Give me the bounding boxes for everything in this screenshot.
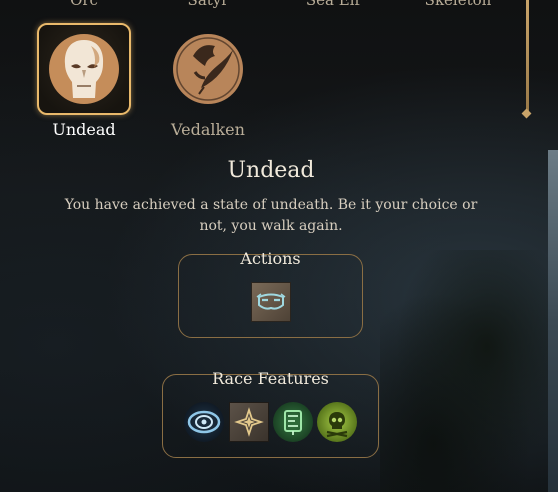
sparkle-feature-icon[interactable] <box>229 402 269 442</box>
vedalken-icon <box>173 34 243 104</box>
race-name-undead[interactable]: Undead <box>24 120 144 139</box>
race-name-vedalken[interactable]: Vedalken <box>148 120 268 139</box>
rune-feature-icon[interactable] <box>273 402 313 442</box>
tree-silhouettes <box>380 250 558 492</box>
race-features-label: Race Features <box>212 369 329 388</box>
race-tile-vedalken[interactable] <box>161 23 255 115</box>
race-option-skeleton[interactable]: Skeleton <box>408 0 508 9</box>
race-option-sea-elf[interactable]: Sea Elf <box>283 0 383 9</box>
scene-edge <box>548 150 558 492</box>
undead-skull-icon <box>49 34 119 104</box>
race-option-orc[interactable]: Orc <box>34 0 134 9</box>
mask-action-icon[interactable] <box>251 282 291 322</box>
actions-label: Actions <box>240 249 301 268</box>
race-title: Undead <box>227 158 315 183</box>
darkvision-eye-icon[interactable] <box>184 402 224 442</box>
race-description: You have achieved a state of undeath. Be… <box>64 197 478 234</box>
race-tile-undead[interactable] <box>37 23 131 115</box>
poison-skull-icon[interactable] <box>317 402 357 442</box>
race-list-scrollbar[interactable] <box>526 0 529 112</box>
race-option-satyr[interactable]: Satyr <box>158 0 258 9</box>
